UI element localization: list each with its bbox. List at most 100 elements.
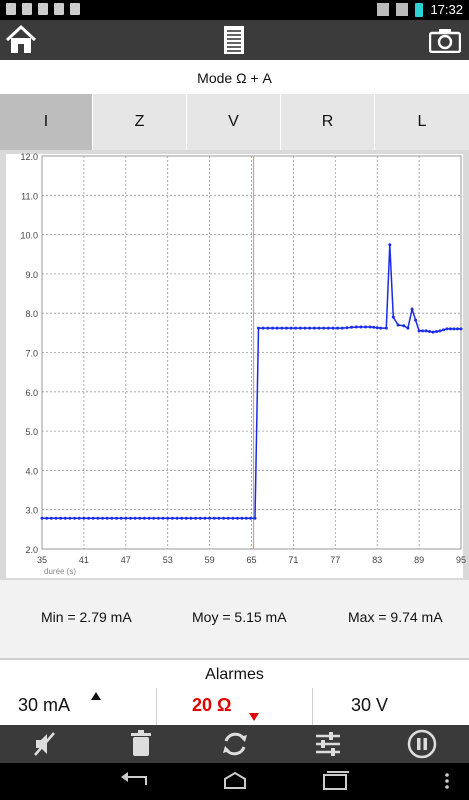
- data-point: [294, 326, 298, 330]
- data-point: [431, 330, 435, 334]
- home-icon[interactable]: [4, 24, 38, 56]
- data-point: [129, 516, 132, 520]
- data-point: [406, 326, 410, 330]
- tab-r[interactable]: R: [281, 94, 375, 150]
- data-point: [303, 326, 307, 330]
- x-tick-label: 47: [121, 555, 131, 565]
- data-point: [402, 324, 406, 328]
- current-alarm-value[interactable]: 30 mA: [18, 695, 70, 716]
- data-point: [91, 516, 95, 520]
- data-point: [45, 516, 49, 520]
- data-point: [231, 516, 235, 520]
- wifi-icon: [396, 3, 409, 16]
- refresh-icon[interactable]: [220, 729, 250, 759]
- data-point: [147, 516, 151, 520]
- battery-icon: [415, 2, 424, 17]
- tab-v[interactable]: V: [187, 94, 281, 150]
- data-point: [438, 329, 442, 333]
- data-point: [354, 325, 358, 329]
- voltage-alarm-value[interactable]: 30 V: [351, 695, 388, 716]
- data-point: [59, 516, 63, 520]
- data-point: [456, 327, 459, 331]
- menu-dots-icon[interactable]: [440, 772, 454, 790]
- data-point: [101, 516, 104, 520]
- sliders-icon[interactable]: [313, 729, 343, 759]
- y-tick-label: 9.0: [25, 270, 38, 280]
- data-point: [452, 327, 456, 331]
- x-tick-label: 95: [456, 555, 466, 565]
- y-tick-label: 4.0: [25, 466, 38, 476]
- statistics-panel: Min = 2.79 mA Moy = 5.15 mA Max = 9.74 m…: [0, 580, 469, 658]
- mute-icon[interactable]: [30, 729, 60, 759]
- checkbox-icon: [54, 3, 64, 15]
- data-point: [115, 516, 118, 520]
- y-tick-label: 12.0: [20, 152, 38, 162]
- image-icon: [38, 3, 48, 15]
- resistance-alarm-value[interactable]: 20 Ω: [192, 695, 231, 716]
- tab-l[interactable]: L: [375, 94, 469, 150]
- current-chart[interactable]: 2.0 3.0 4.0 5.0 6.0 7.0 8.0 9.0 10.0 11.0 12.0 35 41…: [0, 150, 469, 580]
- data-point: [166, 516, 170, 520]
- y-tick-label: 5.0: [25, 427, 38, 437]
- notification-icons: [6, 3, 80, 15]
- shopping-bag-icon: [70, 3, 80, 15]
- x-tick-label: 65: [246, 555, 256, 565]
- data-point: [49, 516, 53, 520]
- tab-z[interactable]: Z: [93, 94, 187, 150]
- report-icon[interactable]: [222, 25, 246, 55]
- data-point: [133, 516, 137, 520]
- data-point: [203, 516, 207, 520]
- data-point: [249, 516, 253, 520]
- status-bar: 17:32: [0, 0, 469, 20]
- camera-icon[interactable]: [429, 27, 461, 53]
- data-point: [222, 516, 226, 520]
- mode-title: Mode Ω + A: [0, 60, 469, 95]
- data-point: [226, 516, 230, 520]
- y-tick-label: 11.0: [21, 191, 38, 201]
- data-point: [417, 329, 421, 333]
- data-point: [391, 315, 395, 319]
- data-point: [244, 516, 248, 520]
- data-point: [119, 516, 123, 520]
- x-tick-label: 53: [163, 555, 173, 565]
- alarms-panel: Alarmes 30 mA 20 Ω 30 V: [0, 658, 469, 727]
- data-point: [87, 516, 91, 520]
- data-point: [449, 327, 452, 331]
- data-point: [336, 326, 340, 330]
- data-point: [424, 329, 428, 333]
- recent-apps-icon[interactable]: [320, 771, 350, 791]
- data-point: [435, 330, 439, 333]
- data-point: [442, 328, 445, 332]
- x-tick-label: 77: [330, 555, 340, 565]
- pause-icon[interactable]: [407, 729, 437, 759]
- back-icon[interactable]: [120, 771, 150, 791]
- home-nav-icon[interactable]: [220, 771, 250, 791]
- data-point: [212, 516, 216, 520]
- data-point: [375, 326, 379, 330]
- data-point: [257, 326, 260, 330]
- data-point: [340, 326, 344, 330]
- x-tick-label: 89: [414, 555, 424, 565]
- data-point: [152, 516, 156, 520]
- y-tick-label: 8.0: [25, 309, 38, 319]
- data-point: [345, 326, 349, 330]
- data-point: [68, 516, 72, 520]
- data-point: [156, 516, 160, 520]
- chart-svg[interactable]: 2.0 3.0 4.0 5.0 6.0 7.0 8.0 9.0 10.0 11.0 12.0 35 41…: [0, 150, 469, 580]
- data-point: [312, 326, 316, 330]
- min-value: Min = 2.79 mA: [41, 609, 132, 625]
- data-point: [261, 326, 265, 330]
- tab-i[interactable]: I: [0, 94, 93, 150]
- data-point: [253, 516, 257, 520]
- data-point: [142, 516, 146, 520]
- data-point: [379, 326, 383, 330]
- usb-icon: [6, 3, 16, 15]
- data-point: [372, 325, 376, 329]
- y-tick-label: 3.0: [25, 506, 38, 516]
- y-tick-label: 2.0: [25, 545, 38, 555]
- trash-icon[interactable]: [126, 729, 156, 759]
- data-point: [368, 325, 372, 329]
- x-tick-label: 41: [79, 555, 89, 565]
- divider: [312, 688, 313, 726]
- data-point: [40, 516, 44, 520]
